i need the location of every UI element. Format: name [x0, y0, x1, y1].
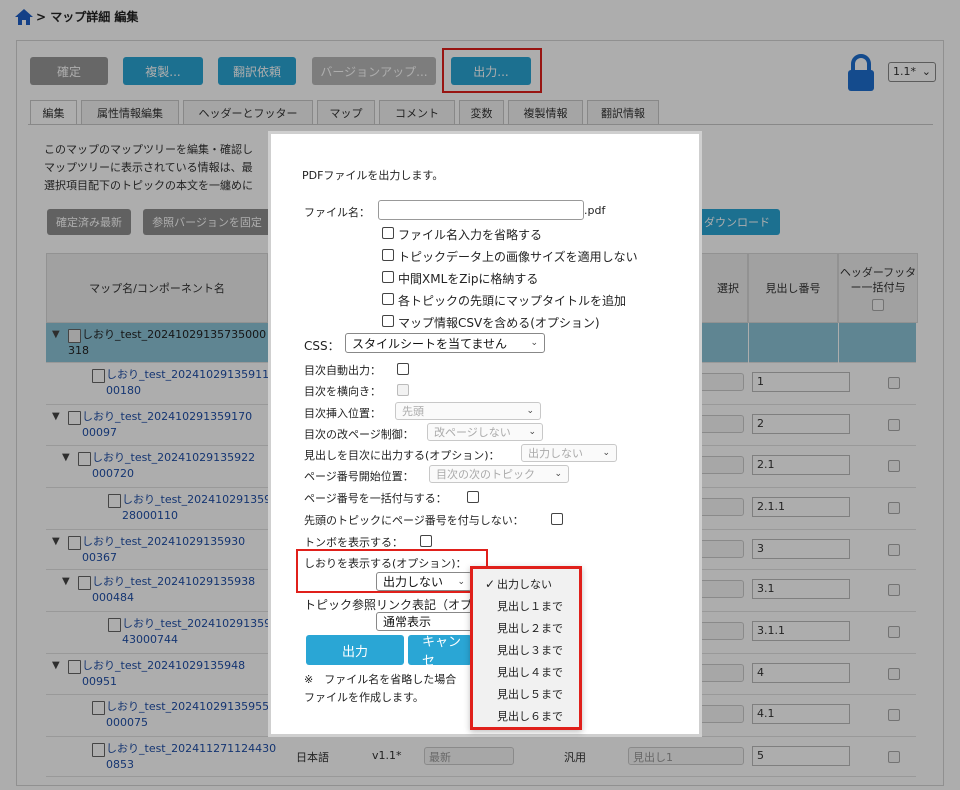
trim-label: トンボを表示する：	[304, 536, 403, 549]
dropdown-option-label: 出力しない	[497, 578, 552, 591]
first-topic-label: 先頭のトピックにページ番号を付与しない：	[304, 514, 524, 527]
page-start-select[interactable]: 目次の次のトピック ⌄	[429, 465, 569, 483]
option-checkbox[interactable]	[382, 249, 394, 261]
bookmark-dropdown-list: ✓ 出力しない見出し１まで 見出し２まで 見出し３まで 見出し４まで 見出し５まで 見出し６…	[470, 566, 582, 730]
page-bulk-label: ページ番号を一括付与する：	[304, 492, 447, 505]
toc-insert-label: 目次挿入位置：	[304, 407, 381, 420]
dropdown-option[interactable]: 見出し１まで	[473, 595, 579, 617]
option-checkbox-label: ファイル名入力を省略する	[398, 228, 543, 242]
option-checkbox[interactable]	[382, 315, 394, 327]
page-bulk-checkbox[interactable]	[467, 491, 479, 503]
css-select-value: スタイルシートを当てません	[352, 336, 508, 351]
dropdown-option[interactable]: 見出し３まで	[473, 639, 579, 661]
page-start-value: 目次の次のトピック	[436, 468, 535, 481]
heading-toc-value: 出力しない	[528, 447, 583, 460]
filename-input[interactable]	[378, 200, 584, 220]
page-start-label: ページ番号開始位置：	[304, 470, 414, 483]
chevron-down-icon: ⌄	[602, 448, 610, 458]
dropdown-option-label: 見出し２まで	[497, 622, 563, 635]
heading-toc-label: 見出しを目次に出力する(オプション)：	[304, 449, 500, 462]
dropdown-option-label: 見出し１まで	[497, 600, 563, 613]
dropdown-option[interactable]: ✓ 出力しない	[473, 573, 579, 595]
note-line: ファイルを作成します。	[304, 691, 424, 704]
toc-pagebreak-select[interactable]: 改ページしない ⌄	[427, 423, 543, 441]
checkmark-icon: ✓	[484, 577, 495, 591]
chevron-down-icon: ⌄	[457, 576, 465, 587]
filename-label: ファイル名：	[304, 206, 370, 219]
toc-horizontal-checkbox[interactable]	[397, 384, 409, 396]
css-label: CSS：	[304, 339, 340, 353]
dropdown-option[interactable]: 見出し５まで	[473, 683, 579, 705]
trim-checkbox[interactable]	[420, 535, 432, 547]
dropdown-option[interactable]: 見出し２まで	[473, 617, 579, 639]
chevron-down-icon: ⌄	[526, 406, 534, 416]
toc-auto-label: 目次自動出力：	[304, 364, 381, 377]
dropdown-option-label: 見出し３まで	[497, 644, 563, 657]
bookmark-select-value: 出力しない	[383, 575, 444, 589]
topic-ref-value: 通常表示	[383, 615, 432, 629]
option-checkbox-label: マップ情報CSVを含める(オプション)	[398, 316, 600, 330]
bookmark-select[interactable]: 出力しない ⌄	[376, 572, 472, 591]
chevron-down-icon: ⌄	[554, 469, 562, 479]
dropdown-option[interactable]: 見出し６まで	[473, 705, 579, 727]
option-checkbox[interactable]	[382, 293, 394, 305]
dialog-cancel-button[interactable]: キャンセ	[408, 635, 472, 669]
topic-ref-label: トピック参照リンク表記（オプ	[304, 598, 473, 612]
option-checkbox-label: 各トピックの先頭にマップタイトルを追加	[398, 294, 627, 308]
toc-insert-select[interactable]: 先頭 ⌄	[395, 402, 541, 420]
chevron-down-icon: ⌄	[530, 338, 538, 348]
note-line: ※ ファイル名を省略した場合	[304, 673, 457, 686]
toc-insert-value: 先頭	[402, 405, 424, 418]
heading-toc-select[interactable]: 出力しない ⌄	[521, 444, 617, 462]
toc-horizontal-label: 目次を横向き：	[304, 385, 381, 398]
filename-extension: .pdf	[584, 204, 606, 217]
dropdown-option-label: 見出し６まで	[497, 710, 563, 723]
dialog-intro: PDFファイルを出力します。	[302, 169, 444, 182]
toc-pagebreak-value: 改ページしない	[434, 426, 511, 439]
first-topic-checkbox[interactable]	[551, 513, 563, 525]
option-checkbox-label: トピックデータ上の画像サイズを適用しない	[398, 250, 638, 264]
css-select[interactable]: スタイルシートを当てません ⌄	[345, 333, 545, 353]
chevron-down-icon: ⌄	[528, 427, 536, 437]
option-checkbox[interactable]	[382, 227, 394, 239]
option-checkbox-label: 中間XMLをZipに格納する	[398, 272, 539, 286]
dialog-output-button[interactable]: 出力	[306, 635, 404, 665]
option-checkbox[interactable]	[382, 271, 394, 283]
toc-pagebreak-label: 目次の改ページ制御：	[304, 428, 414, 441]
dropdown-option-label: 見出し４まで	[497, 666, 563, 679]
toc-auto-checkbox[interactable]	[397, 363, 409, 375]
dropdown-option[interactable]: 見出し４まで	[473, 661, 579, 683]
bookmark-label: しおりを表示する(オプション)：	[304, 557, 467, 570]
topic-ref-select[interactable]: 通常表示	[376, 612, 476, 631]
dropdown-option-label: 見出し５まで	[497, 688, 563, 701]
